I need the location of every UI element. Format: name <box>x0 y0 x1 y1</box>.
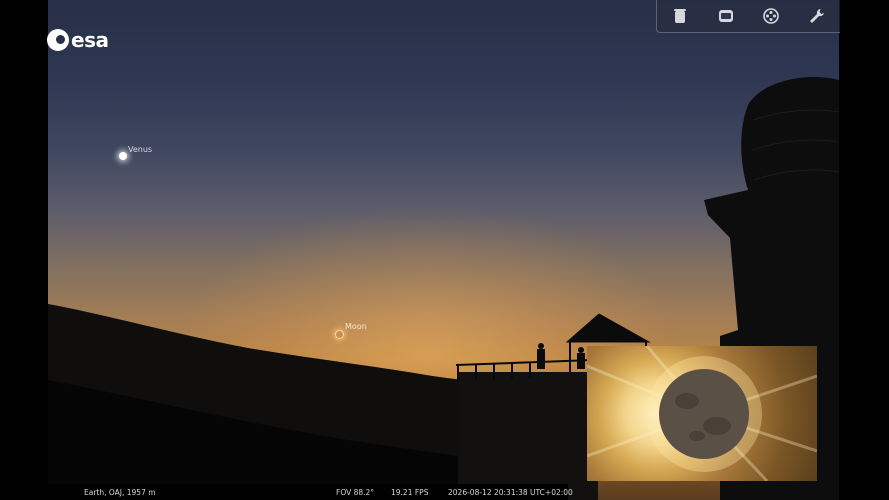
window-icon <box>718 10 733 22</box>
status-location[interactable]: Earth, OAJ, 1957 m <box>84 488 156 497</box>
eclipse-inset-view[interactable] <box>587 346 817 481</box>
people-silhouettes <box>537 343 585 369</box>
esa-logo-text: esa <box>71 28 109 52</box>
wrench-icon <box>810 9 825 23</box>
eclipse-corona-image <box>587 346 817 481</box>
film-reel-button[interactable] <box>760 5 782 27</box>
film-reel-icon <box>763 8 780 24</box>
window-button[interactable] <box>715 5 737 27</box>
moon-label: Moon <box>345 322 367 331</box>
moon-disc <box>659 369 749 459</box>
esa-logo-mark <box>47 29 69 51</box>
trash-button[interactable] <box>669 5 691 27</box>
esa-logo: esa <box>47 28 109 52</box>
status-fov[interactable]: FOV 88.2° <box>336 488 374 497</box>
venus-label: Venus <box>128 145 153 154</box>
moon-marker[interactable] <box>335 330 344 339</box>
status-bar: Earth, OAJ, 1957 m FOV 88.2° 19.21 FPS 2… <box>48 484 573 500</box>
status-fps: 19.21 FPS <box>391 488 429 497</box>
trash-icon <box>673 9 686 23</box>
top-toolbar <box>656 0 840 33</box>
venus-marker[interactable] <box>119 152 127 160</box>
wrench-button[interactable] <box>806 5 828 27</box>
status-datetime[interactable]: 2026-08-12 20:31:38 UTC+02:00 <box>448 488 573 497</box>
terrace-wall <box>458 372 598 500</box>
